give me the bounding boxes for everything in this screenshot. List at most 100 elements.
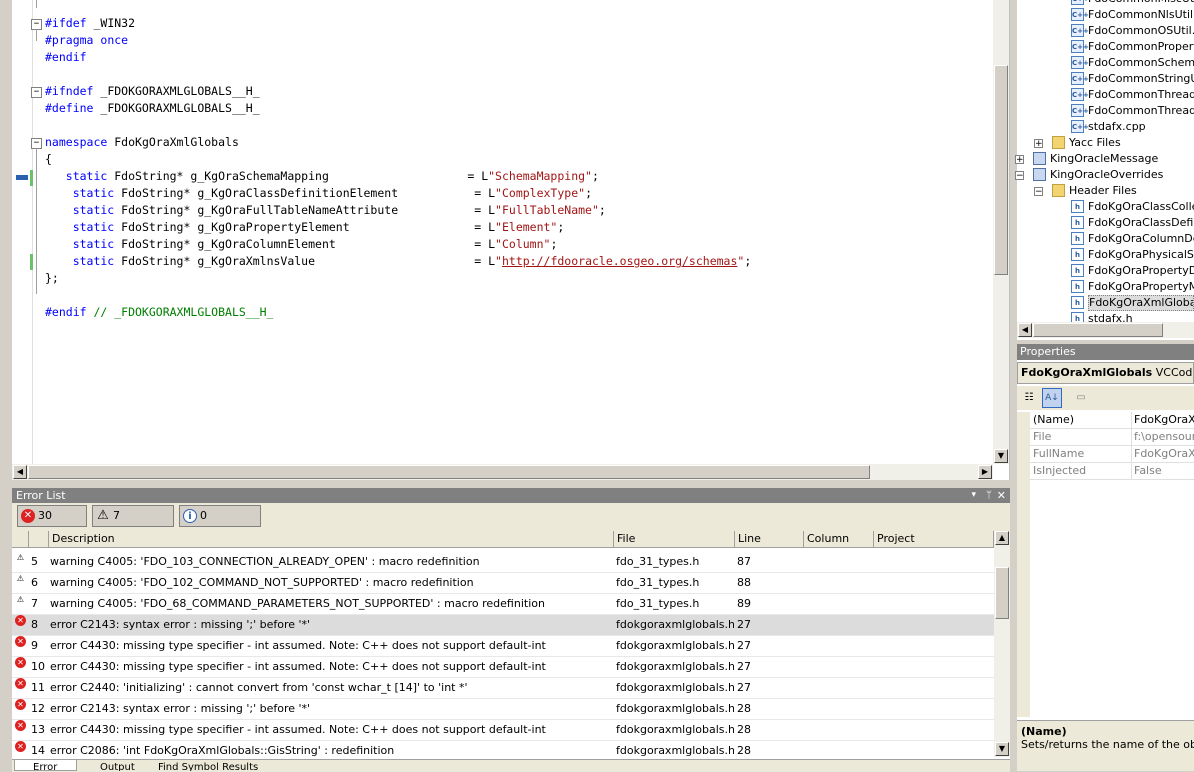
code-line[interactable]: #define _FDOKGORAXMLGLOBALS__H_ [45, 100, 260, 117]
tree-item[interactable]: FdoKgOraClassDefinition [1088, 215, 1194, 231]
code-token: FdoString* g_KgOraXmlnsValue = L [121, 254, 496, 268]
tree-hscroll-thumb[interactable] [1033, 323, 1163, 337]
code-line[interactable]: #ifndef _FDOKGORAXMLGLOBALS__H_ [45, 83, 260, 100]
tree-item[interactable]: FdoCommonMiscUtil [1088, 0, 1194, 7]
icon-column-header[interactable] [12, 531, 29, 548]
fold-toggle-icon[interactable]: − [31, 87, 42, 98]
property-row[interactable]: (Name) FdoKgOraXmlGlobals [1030, 412, 1194, 429]
tree-item[interactable]: FdoKgOraXmlGlobals.h [1088, 295, 1194, 311]
code-line[interactable]: static FdoString* g_KgOraSchemaMapping =… [45, 168, 599, 185]
expand-icon[interactable]: + [1034, 139, 1043, 149]
code-area[interactable]: #ifdef _WIN32 #pragma once #endif #ifndef _… [12, 0, 992, 464]
tab-error-list[interactable]: Error List [14, 760, 77, 771]
scroll-down-icon[interactable]: ▼ [994, 449, 1008, 463]
tree-item[interactable]: FdoCommonNlsUtil.cpp [1088, 7, 1194, 23]
messages-filter-button[interactable]: i 0 Messages [179, 505, 261, 542]
splitter[interactable] [1010, 0, 1017, 771]
line-column-header[interactable]: Line [735, 531, 804, 548]
property-description-title: (Name) [1021, 725, 1067, 738]
editor-vscroll-thumb[interactable] [994, 65, 1008, 275]
code-line[interactable]: static FdoString* g_KgOraFullTableNameAt… [45, 202, 606, 219]
error-row[interactable]: ✕ 11 error C2440: 'initializing' : cannot … [12, 678, 994, 699]
error-row[interactable]: ⚠ 7 warning C4005: 'FDO_68_COMMAND_PARAMET… [12, 594, 994, 615]
code-line[interactable]: #ifdef _WIN32 [45, 15, 135, 32]
error-row[interactable]: ⚠ 6 warning C4005: 'FDO_102_COMMAND_NOT_SU… [12, 573, 994, 594]
tree-item[interactable]: stdafx.cpp [1088, 119, 1146, 135]
error-list-vscrollbar[interactable] [994, 531, 1010, 757]
code-line[interactable]: { [45, 151, 52, 168]
error-row[interactable]: ✕ 8 error C2143: syntax error : missing ';… [12, 615, 994, 636]
tree-item[interactable]: FdoCommonThreadMutex [1088, 87, 1194, 103]
property-value[interactable]: FdoKgOraXmlGlobals [1131, 412, 1194, 428]
property-value[interactable]: f:\opensource [1131, 429, 1194, 445]
editor-hscroll-thumb[interactable] [28, 465, 870, 479]
error-list-vscroll-thumb[interactable] [995, 567, 1009, 619]
tree-item[interactable]: FdoCommonStringUtil [1088, 71, 1194, 87]
scroll-down-icon[interactable]: ▼ [995, 742, 1009, 756]
error-row[interactable]: ⚠ 5 warning C4005: 'FDO_103_CONNECTION_ALR… [12, 552, 994, 573]
alphabetical-icon[interactable]: A↓ [1042, 388, 1062, 408]
code-token: }; [45, 271, 59, 285]
tree-item[interactable]: Yacc Files [1069, 135, 1121, 151]
pin-icon[interactable]: ᛘ [986, 488, 992, 503]
code-line[interactable]: #endif // _FDOKGORAXMLGLOBALS__H_ [45, 304, 273, 321]
properties-object-selector[interactable]: FdoKgOraXmlGlobals VCCodeNamespace [1017, 362, 1194, 384]
tree-item[interactable]: FdoCommonOSUtil.cpp [1088, 23, 1194, 39]
code-token: "Column" [495, 237, 551, 251]
collapse-icon[interactable]: − [1015, 171, 1024, 181]
property-value[interactable]: False [1131, 463, 1194, 479]
header-file-icon: h [1071, 200, 1084, 213]
tab-find-symbol-results[interactable]: Find Symbol Results [140, 760, 260, 771]
tree-item[interactable]: FdoKgOraPropertyMapping [1088, 279, 1194, 295]
tree-item[interactable]: FdoKgOraClassCollection [1088, 199, 1194, 215]
scroll-left-icon[interactable]: ◀ [1018, 323, 1032, 337]
error-row[interactable]: ✕ 13 error C4430: missing type specifier -… [12, 720, 994, 741]
property-row[interactable]: IsInjected False [1030, 463, 1194, 480]
description-column-header[interactable]: Description [49, 531, 614, 548]
errors-filter-button[interactable]: ✕ 30 Errors [17, 505, 87, 542]
code-line[interactable]: static FdoString* g_KgOraClassDefinition… [45, 185, 592, 202]
scroll-left-icon[interactable]: ◀ [13, 465, 27, 479]
scroll-up-icon[interactable]: ▲ [995, 531, 1009, 545]
error-row[interactable]: ✕ 10 error C4430: missing type specifier -… [12, 657, 994, 678]
tree-item[interactable]: Header Files [1069, 183, 1137, 199]
tree-item[interactable]: FdoKgOraPhysicalSchema [1088, 247, 1194, 263]
code-token: FdoString* g_KgOraColumnElement = L [121, 237, 496, 251]
code-line[interactable]: namespace FdoKgOraXmlGlobals [45, 134, 239, 151]
project-column-header[interactable]: Project [874, 531, 994, 548]
error-cell-desc: error C2440: 'initializing' : cannot con… [50, 681, 468, 694]
file-column-header[interactable]: File [614, 531, 735, 548]
error-row[interactable]: ✕ 12 error C2143: syntax error : missing '… [12, 699, 994, 720]
code-token: ; [591, 169, 599, 183]
property-row[interactable]: File f:\opensource [1030, 429, 1194, 446]
tab-output[interactable]: Output [82, 760, 138, 771]
tree-item[interactable]: FdoKgOraColumnDefinition [1088, 231, 1194, 247]
property-pages-icon[interactable]: ▭ [1072, 389, 1090, 407]
error-icon: ✕ [15, 678, 26, 689]
tree-item[interactable]: FdoKgOraPropertyDefinition [1088, 263, 1194, 279]
warnings-filter-button[interactable]: ⚠ 7 Warnings [92, 505, 174, 542]
column-column-header[interactable]: Column [804, 531, 874, 548]
categorized-icon[interactable]: ☷ [1020, 389, 1038, 407]
collapse-icon[interactable]: − [1034, 187, 1043, 197]
dropdown-icon[interactable]: ▾ [971, 488, 976, 503]
tree-item[interactable]: KingOracleOverrides [1050, 167, 1163, 183]
code-line[interactable]: static FdoString* g_KgOraColumnElement =… [45, 236, 558, 253]
error-icon: ✕ [15, 615, 26, 626]
tree-item[interactable]: FdoCommonThreadUtil [1088, 103, 1194, 119]
error-row[interactable]: ✕ 9 error C4430: missing type specifier - … [12, 636, 994, 657]
property-value[interactable]: FdoKgOraXmlGlobals [1131, 446, 1194, 462]
code-line[interactable]: #pragma once [45, 32, 128, 49]
code-line[interactable]: #endif [45, 49, 87, 66]
close-icon[interactable]: ✕ [997, 488, 1006, 503]
code-line[interactable]: static FdoString* g_KgOraXmlnsValue = L"… [45, 253, 752, 270]
expand-icon[interactable]: + [1015, 155, 1024, 165]
property-row[interactable]: FullName FdoKgOraXmlGlobals [1030, 446, 1194, 463]
tree-item[interactable]: FdoCommonSchemaUtil [1088, 55, 1194, 71]
tree-item[interactable]: FdoCommonPropertyIndex [1088, 39, 1194, 55]
tree-item[interactable]: KingOracleMessage [1050, 151, 1158, 167]
code-line[interactable]: }; [45, 270, 59, 287]
number-column-header[interactable] [29, 531, 49, 548]
code-line[interactable]: static FdoString* g_KgOraPropertyElement… [45, 219, 565, 236]
scroll-right-icon[interactable]: ▶ [978, 465, 992, 479]
